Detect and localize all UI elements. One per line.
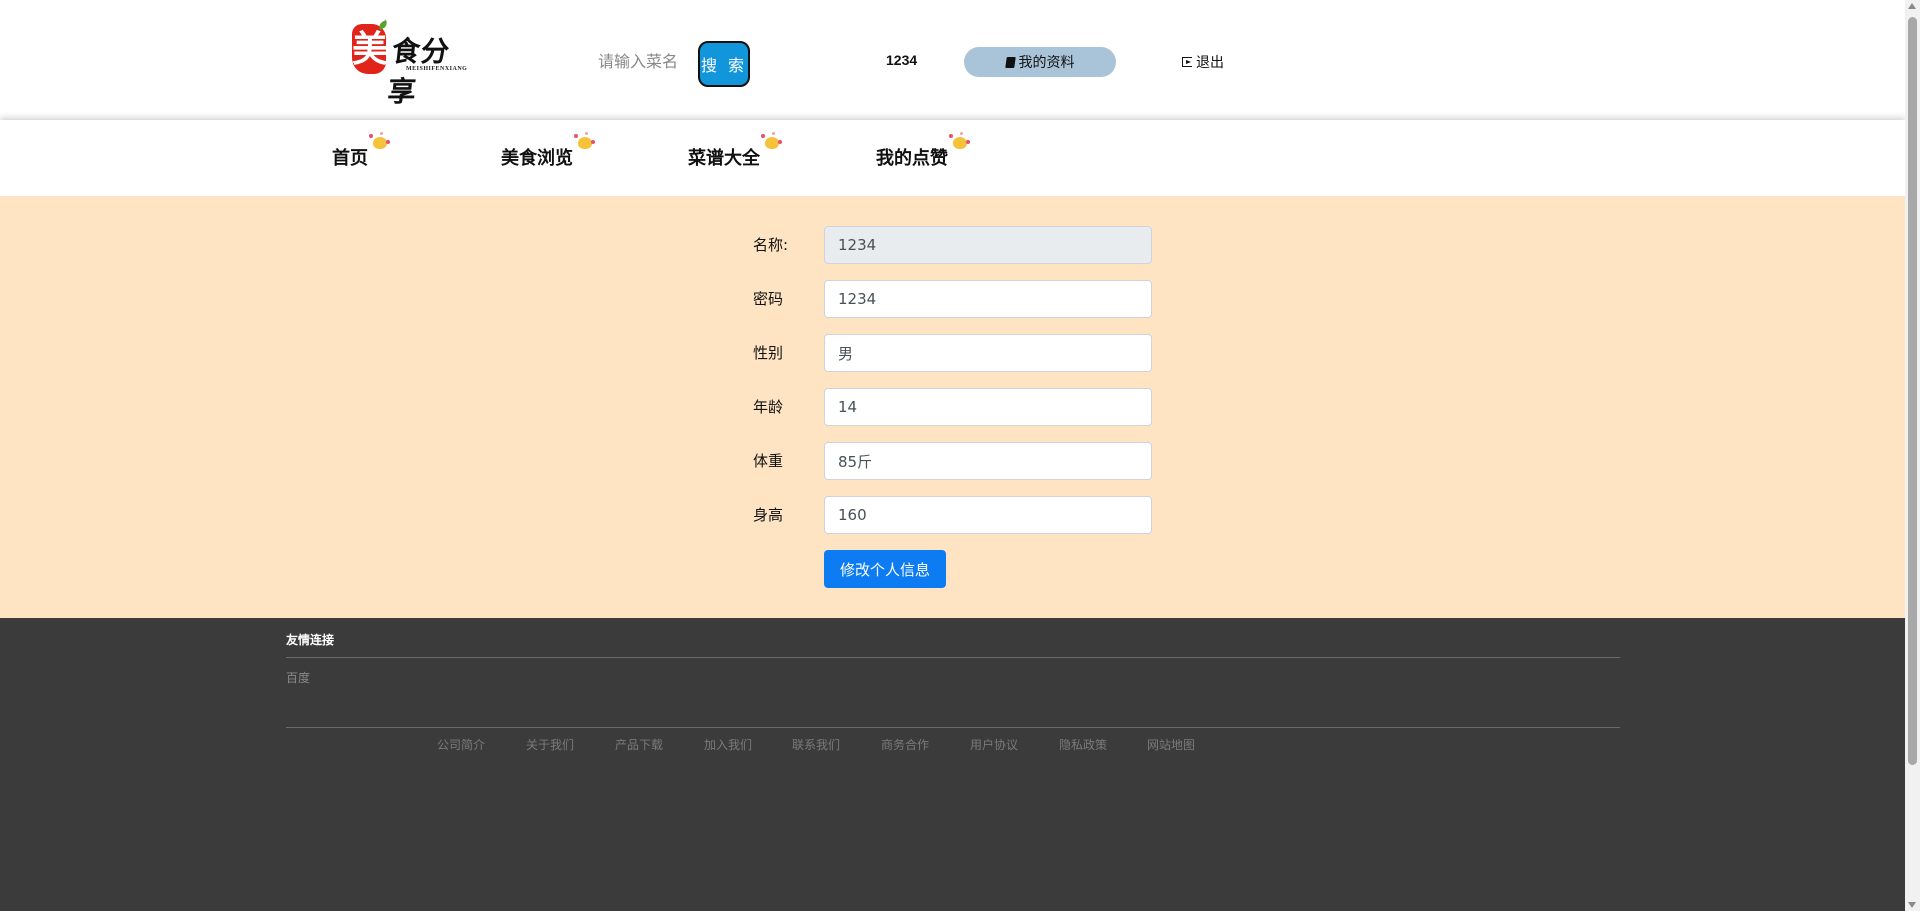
friend-link-baidu[interactable]: 百度 [286,669,310,686]
logo-mark: 美 [352,24,388,74]
field-label: 身高 [753,506,784,524]
nav-item-my-likes[interactable]: 我的点赞 [876,132,970,170]
search-button[interactable]: 搜 索 [698,41,750,87]
main-nav: 首页 美食浏览 菜谱大全 我的点赞 [0,120,1905,196]
password-field[interactable] [824,280,1152,318]
logo-subtext: MEISHIFENXIANG [406,66,468,72]
nav-item-label: 美食浏览 [501,148,573,169]
profile-button[interactable]: 我的资料 [964,47,1116,77]
site-logo[interactable]: 美 食分享 MEISHIFENXIANG [350,19,470,108]
footer-nav-link[interactable]: 隐私政策 [1059,736,1107,753]
field-label: 性别 [753,344,784,362]
footer-nav-link[interactable]: 商务合作 [881,736,929,753]
header: 美 食分享 MEISHIFENXIANG 搜 索 1234 我的资料 退出 [0,0,1905,120]
field-label: 名称: [753,236,789,254]
height-field[interactable] [824,496,1152,534]
field-label: 体重 [753,452,784,470]
footer-nav-link[interactable]: 加入我们 [704,736,752,753]
logout-link[interactable]: 退出 [1182,52,1224,72]
age-field[interactable] [824,388,1152,426]
form-row-password: 密码 [753,280,1153,320]
username: 1234 [886,52,918,68]
nav-item-label: 菜谱大全 [688,148,760,169]
divider [286,727,1620,728]
sparkle-icon [761,132,782,152]
footer-nav-link[interactable]: 网站地图 [1147,736,1195,753]
scrollbar-thumb[interactable] [1908,17,1917,765]
sign-out-icon [1182,57,1192,67]
form-row-height: 身高 [753,496,1153,536]
nav-item-label: 我的点赞 [876,148,948,169]
gender-field[interactable] [824,334,1152,372]
profile-form-area: 名称: 密码 性别 年龄 体重 身高 修改个人信息 [0,196,1905,618]
footer-links-title: 友情连接 [286,633,335,647]
sparkle-icon [369,132,390,152]
name-field[interactable] [824,226,1152,264]
sparkle-icon [574,132,595,152]
divider [286,657,1620,658]
update-profile-button[interactable]: 修改个人信息 [824,550,946,588]
scroll-up-arrow-icon[interactable] [1908,3,1916,9]
nav-item-label: 首页 [332,148,368,169]
field-label: 年龄 [753,398,784,416]
vertical-scrollbar[interactable] [1905,0,1920,911]
search-input[interactable] [596,42,694,84]
footer-nav-link[interactable]: 关于我们 [526,736,574,753]
footer-nav-link[interactable]: 产品下载 [615,736,663,753]
field-label: 密码 [753,290,784,308]
footer: 友情连接 百度 公司简介 关于我们 产品下载 加入我们 联系我们 商务合作 用户… [0,618,1905,911]
sparkle-icon [949,132,970,152]
logout-label: 退出 [1196,55,1224,71]
form-row-gender: 性别 [753,334,1153,374]
nav-item-food-browse[interactable]: 美食浏览 [501,132,595,170]
form-row-weight: 体重 [753,442,1153,482]
footer-nav-link[interactable]: 联系我们 [792,736,840,753]
scroll-down-arrow-icon[interactable] [1908,902,1916,908]
nav-item-recipes[interactable]: 菜谱大全 [688,132,782,170]
form-row-age: 年龄 [753,388,1153,428]
profile-label: 我的资料 [1018,55,1075,71]
book-icon [1004,56,1016,68]
footer-nav-link[interactable]: 用户协议 [970,736,1018,753]
form-row-name: 名称: [753,226,1153,266]
footer-nav-link[interactable]: 公司简介 [437,736,485,753]
weight-field[interactable] [824,442,1152,480]
nav-item-home[interactable]: 首页 [332,132,390,170]
